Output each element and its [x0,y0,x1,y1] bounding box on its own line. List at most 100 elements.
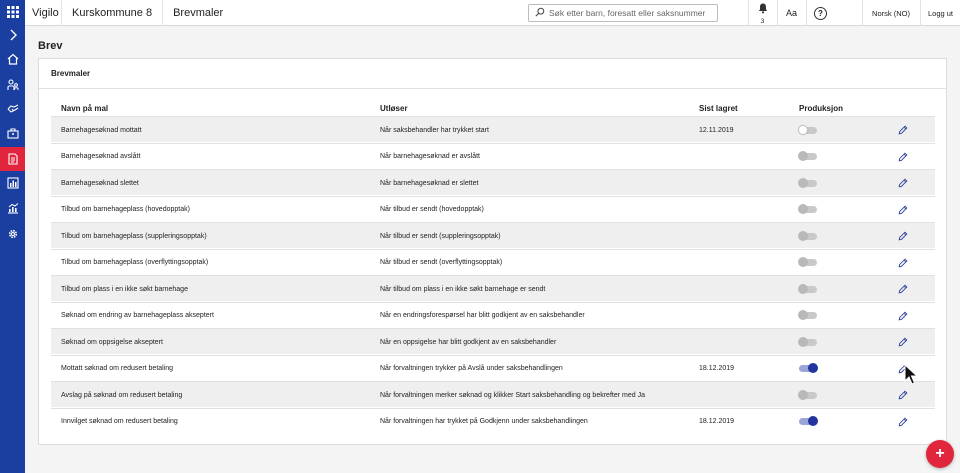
help-icon: ? [814,6,827,20]
production-toggle-cell [798,276,817,302]
rail-item-handshake[interactable] [0,96,25,120]
production-toggle[interactable] [798,124,817,135]
template-name: Søknad om oppsigelse akseptert [61,338,163,346]
rail-item-gear[interactable] [0,222,25,246]
edit-template-button[interactable] [898,409,908,435]
toggle-knob [798,283,808,294]
edit-template-button[interactable] [898,170,908,196]
template-saved-date: 12.11.2019 [699,126,734,134]
pencil-icon [898,390,908,400]
production-toggle[interactable] [798,177,817,188]
production-toggle[interactable] [798,151,817,161]
pencil-icon [898,337,908,347]
rail-item-chart[interactable] [0,171,25,195]
breadcrumb-municipality[interactable]: Kurskommune 8 [62,0,164,26]
mouse-cursor-icon [904,363,919,391]
production-toggle[interactable] [798,336,817,347]
text-size-button[interactable]: Aa [777,0,805,26]
edit-template-button[interactable] [898,303,908,329]
document-icon [7,153,19,165]
app-name[interactable]: Vigilo [25,0,62,26]
edit-template-button[interactable] [898,117,908,143]
template-name: Tilbud om barnehageplass (hovedopptak) [61,206,190,213]
toggle-knob [808,363,818,373]
help-button[interactable]: ? [806,0,834,26]
production-toggle[interactable] [798,389,817,400]
production-toggle-cell [798,303,817,329]
production-toggle[interactable] [799,416,818,426]
pencil-icon [898,205,908,215]
handshake-icon [7,102,19,114]
toggle-knob [798,389,808,400]
rail-item-grid[interactable] [0,0,25,24]
rail-item-stats[interactable] [0,196,25,220]
rail-item-briefcase[interactable] [0,121,25,145]
production-toggle[interactable] [798,257,817,267]
edit-template-button[interactable] [898,197,908,223]
add-template-button[interactable]: + [926,440,954,468]
edit-template-button[interactable] [898,223,908,249]
toggle-knob [798,151,808,161]
table-row: Tilbud om barnehageplass (overflyttingso… [51,248,935,276]
template-trigger: Når tilbud er sendt (hovedopptak) [380,206,484,213]
search-box[interactable] [528,4,718,22]
table-row: Søknad om endring av barnehageplass akse… [51,301,935,329]
production-toggle[interactable] [798,283,817,294]
production-toggle[interactable] [799,363,818,373]
pencil-icon [898,258,908,268]
page-title: Brev [38,40,63,52]
production-toggle[interactable] [798,204,817,214]
edit-template-button[interactable] [898,250,908,276]
production-toggle[interactable] [798,230,817,241]
toggle-knob [798,204,808,214]
toggle-knob [798,177,808,188]
template-name: Søknad om endring av barnehageplass akse… [61,312,214,319]
table-row: Søknad om oppsigelse akseptert Når en opp… [51,328,935,354]
pencil-icon [898,125,908,135]
template-name: Tilbud om barnehageplass (overflyttingso… [61,259,209,266]
children-icon [6,79,19,91]
home-icon [7,53,19,65]
template-trigger: Når tilbud er sendt (suppleringsopptak) [380,232,501,240]
template-trigger: Når forvaltningen trykker på Avslå under… [380,365,563,372]
table-row: Avslag på søknad om redusert betaling Når… [51,381,935,407]
template-trigger: Når tilbud om plass i en ikke søkt barne… [380,285,546,293]
toggle-knob [798,230,808,241]
plus-icon: + [935,444,945,462]
edit-template-button[interactable] [898,276,908,302]
chart-icon [6,177,19,189]
rail-item-home[interactable] [0,47,25,71]
production-toggle-cell [798,170,817,196]
column-header-name: Navn på mal [61,104,109,113]
search-input[interactable] [549,8,714,18]
logout-label: Logg ut [927,8,954,18]
pencil-icon [898,178,908,188]
table-row: Barnehagesøknad slettet Når barnehagesøkn… [51,169,935,195]
rail-item-document[interactable] [0,147,25,171]
rail-item-children[interactable] [0,73,25,97]
template-trigger: Når saksbehandler har trykket start [380,126,489,134]
template-trigger: Når barnehagesøknad er avslått [380,153,480,160]
toggle-knob [808,416,818,426]
edit-template-button[interactable] [898,329,908,355]
production-toggle-cell [798,117,817,143]
notifications-button[interactable]: 3 [748,0,776,26]
edit-template-button[interactable] [898,144,908,170]
template-saved-date: 18.12.2019 [699,365,735,372]
table-row: Tilbud om barnehageplass (suppleringsopp… [51,222,935,248]
template-name: Innvilget søknad om redusert betaling [61,418,178,425]
production-toggle-cell [799,356,818,382]
production-toggle[interactable] [798,310,817,320]
table-row: Barnehagesøknad mottatt Når saksbehandler… [51,116,935,142]
pencil-icon [898,152,908,162]
chevron-right-icon [7,29,19,41]
template-name: Tilbud om plass i en ikke søkt barnehage [61,285,188,293]
toggle-knob [798,124,808,135]
language-selector[interactable]: Norsk (NO) [862,0,919,26]
template-name: Tilbud om barnehageplass (suppleringsopp… [61,232,207,240]
rail-item-chevron-right[interactable] [0,23,25,47]
production-toggle-cell [798,197,817,223]
production-toggle-cell [799,409,818,435]
logout-button[interactable]: Logg ut [920,0,960,26]
notification-count: 3 [760,18,765,25]
